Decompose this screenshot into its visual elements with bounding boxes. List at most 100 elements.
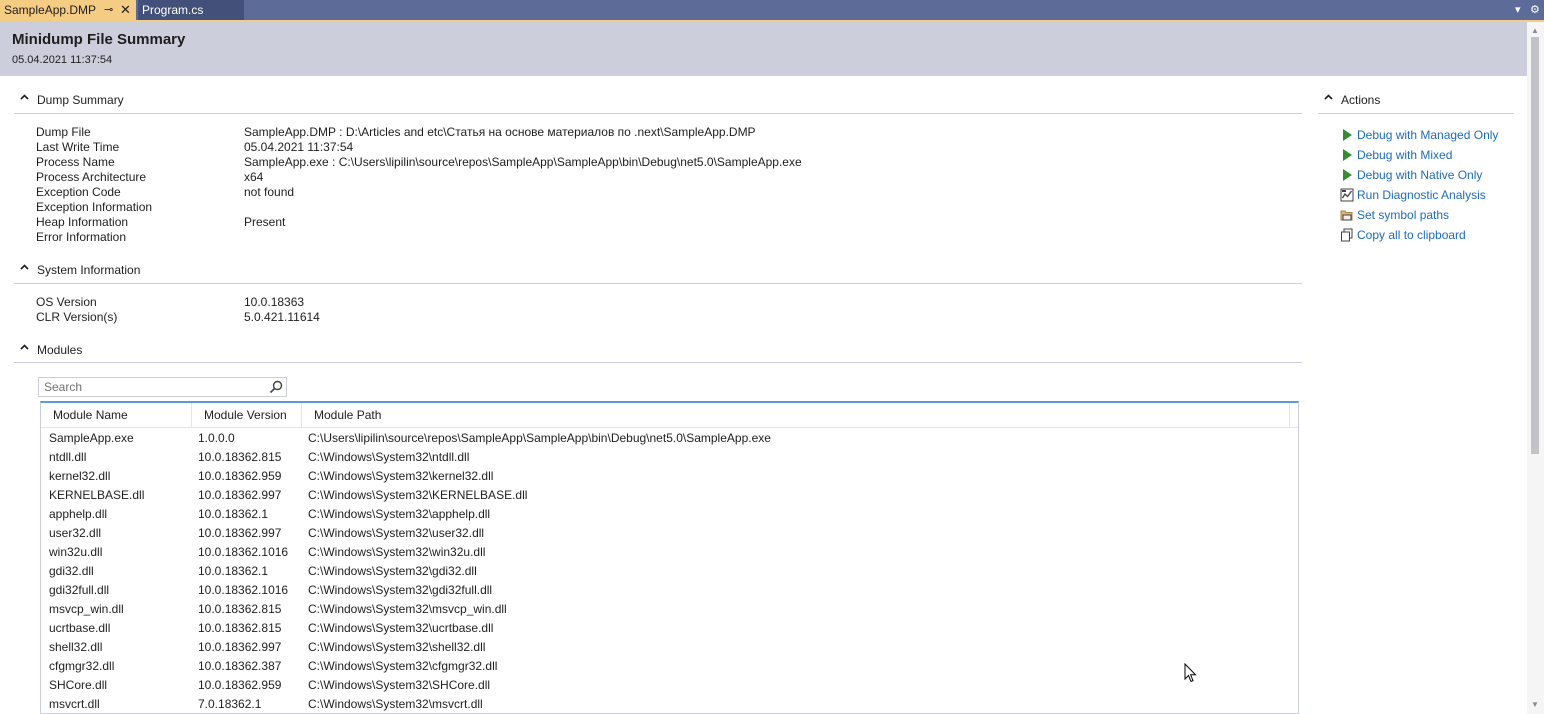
gear-icon[interactable]: ⚙ [1530,0,1540,20]
module-path-cell: C:\Windows\System32\user32.dll [308,526,485,540]
module-path-cell: C:\Windows\System32\cfgmgr32.dll [308,659,498,673]
module-version-cell: 10.0.18362.815 [198,602,282,616]
module-path-cell: C:\Windows\System32\SHCore.dll [308,678,491,692]
modules-table: Module Name Module Version Module Path S… [40,401,1299,714]
field-label: Exception Information [36,200,153,214]
section-system-info-header[interactable]: System Information [20,263,320,281]
section-dump-summary-header[interactable]: Dump Summary [20,93,320,111]
module-path-cell: C:\Windows\System32\KERNELBASE.dll [308,488,528,502]
table-row[interactable]: msvcrt.dll 7.0.18362.1 C:\Windows\System32… [41,695,1298,713]
module-name-cell: msvcrt.dll [49,697,100,711]
table-row[interactable]: apphelp.dll 10.0.18362.1 C:\Windows\System… [41,505,1298,524]
scroll-up-arrow-icon[interactable]: ▲ [1531,26,1539,35]
table-row[interactable]: kernel32.dll 10.0.18362.959 C:\Windows\Sys… [41,467,1298,486]
field-value: not found [244,185,295,199]
module-name-cell: SHCore.dll [49,678,108,692]
field-label: Process Name [36,155,115,169]
modules-search-box[interactable] [38,377,287,397]
field-label: OS Version [36,295,97,309]
module-path-cell: C:\Windows\System32\win32u.dll [308,545,486,559]
chevron-up-icon[interactable] [1324,93,1333,105]
module-name-cell: shell32.dll [49,640,103,654]
table-row[interactable]: shell32.dll 10.0.18362.997 C:\Windows\Syst… [41,638,1298,657]
module-path-cell: C:\Users\lipilin\source\repos\SampleApp\… [308,431,771,445]
tab-label: Program.cs [142,3,204,17]
table-row[interactable]: gdi32full.dll 10.0.18362.1016 C:\Windows\S… [41,581,1298,600]
search-icon[interactable] [268,379,284,395]
module-version-cell: 10.0.18362.1016 [198,583,289,597]
field-value: SampleApp.DMP : D:\Articles and etc\Стат… [244,125,756,139]
section-divider [1318,113,1514,114]
close-icon[interactable]: ✕ [120,0,131,20]
module-path-cell: C:\Windows\System32\kernel32.dll [308,469,494,483]
chevron-down-icon[interactable]: ▾ [1515,0,1521,20]
symbol-paths-icon [1340,208,1354,222]
section-title: Modules [37,343,83,357]
pin-icon[interactable]: ⊸ [104,0,113,20]
scrollbar-thumb[interactable] [1531,37,1539,454]
section-title: Actions [1341,93,1381,107]
table-row[interactable]: gdi32.dll 10.0.18362.1 C:\Windows\System32… [41,562,1298,581]
module-name-cell: gdi32.dll [49,564,94,578]
table-row[interactable]: SHCore.dll 10.0.18362.959 C:\Windows\Syste… [41,676,1298,695]
table-row[interactable]: KERNELBASE.dll 10.0.18362.997 C:\Windows\S… [41,486,1298,505]
section-divider [14,362,1302,363]
field-label: Dump File [36,125,91,139]
action-label: Run Diagnostic Analysis [1357,188,1486,202]
module-name-cell: cfgmgr32.dll [49,659,115,673]
field-label: Error Information [36,230,127,244]
table-row[interactable]: msvcp_win.dll 10.0.18362.815 C:\Windows\Sy… [41,600,1298,619]
copy-icon [1340,228,1354,242]
section-title: System Information [37,263,141,277]
module-path-cell: C:\Windows\System32\msvcrt.dll [308,697,483,711]
column-header-module-path[interactable]: Module Path [302,403,1290,427]
table-header: Module Name Module Version Module Path [41,403,1298,428]
table-row[interactable]: user32.dll 10.0.18362.997 C:\Windows\Syste… [41,524,1298,543]
field-value: Present [244,215,286,229]
section-divider [14,113,1302,114]
module-version-cell: 10.0.18362.815 [198,621,282,635]
column-header-module-version[interactable]: Module Version [192,403,302,427]
chevron-up-icon[interactable] [20,263,29,275]
search-input[interactable] [39,378,269,396]
module-name-cell: KERNELBASE.dll [49,488,145,502]
diagnostic-icon [1340,188,1354,202]
page-header: Minidump File Summary 05.04.2021 11:37:5… [0,22,1527,76]
module-version-cell: 10.0.18362.1 [198,564,269,578]
column-header-module-name[interactable]: Module Name [41,403,192,427]
table-row[interactable]: ucrtbase.dll 10.0.18362.815 C:\Windows\Sys… [41,619,1298,638]
table-row[interactable]: win32u.dll 10.0.18362.1016 C:\Windows\Syst… [41,543,1298,562]
module-version-cell: 10.0.18362.997 [198,488,282,502]
field-label: Heap Information [36,215,129,229]
play-icon [1340,128,1354,142]
field-value: 05.04.2021 11:37:54 [244,140,354,154]
chevron-up-icon[interactable] [20,343,29,355]
page-title: Minidump File Summary [12,31,186,48]
tab-sampleapp-dmp[interactable]: SampleApp.DMP ⊸ ✕ [0,0,136,20]
tab-program-cs[interactable]: Program.cs [138,0,244,20]
module-version-cell: 10.0.18362.815 [198,450,282,464]
section-modules-header[interactable]: Modules [20,343,320,361]
field-label: Last Write Time [36,140,120,154]
scroll-down-arrow-icon[interactable]: ▼ [1531,700,1539,709]
module-version-cell: 10.0.18362.387 [198,659,282,673]
module-version-cell: 1.0.0.0 [198,431,235,445]
table-row[interactable]: SampleApp.exe 1.0.0.0 C:\Users\lipilin\sou… [41,429,1298,448]
table-row[interactable]: cfgmgr32.dll 10.0.18362.387 C:\Windows\Sys… [41,657,1298,676]
vertical-scrollbar[interactable]: ▲ ▼ [1527,22,1544,714]
module-name-cell: apphelp.dll [49,507,108,521]
action-label: Copy all to clipboard [1357,228,1466,242]
table-row[interactable]: ntdll.dll 10.0.18362.815 C:\Windows\System… [41,448,1298,467]
chevron-up-icon[interactable] [20,93,29,105]
section-actions-header[interactable]: Actions [1324,93,1524,111]
module-name-cell: kernel32.dll [49,469,111,483]
section-divider [14,283,1302,284]
field-value: SampleApp.exe : C:\Users\lipilin\source\… [244,155,802,169]
field-label: CLR Version(s) [36,310,118,324]
module-name-cell: user32.dll [49,526,102,540]
action-label: Debug with Mixed [1357,148,1453,162]
module-name-cell: ucrtbase.dll [49,621,111,635]
play-icon [1340,148,1354,162]
module-path-cell: C:\Windows\System32\msvcp_win.dll [308,602,507,616]
module-path-cell: C:\Windows\System32\gdi32.dll [308,564,477,578]
